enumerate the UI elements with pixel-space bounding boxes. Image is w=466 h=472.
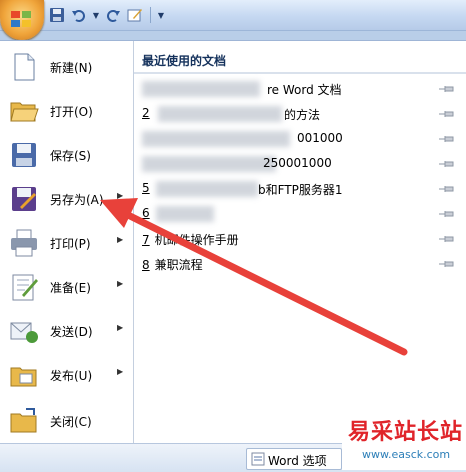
recent-document-name: 兼职流程 bbox=[154, 258, 203, 272]
prepare-icon bbox=[12, 274, 38, 301]
blurred-region bbox=[158, 106, 282, 122]
pin-icon[interactable] bbox=[438, 235, 456, 243]
divider bbox=[134, 72, 466, 74]
menu-item-open[interactable]: 打开(O) bbox=[0, 89, 133, 133]
menu-item-label: 发布(U) bbox=[50, 369, 93, 383]
recent-document-item[interactable]: re Word 文档 bbox=[134, 77, 466, 101]
recent-document-name: 的方法 bbox=[284, 108, 321, 122]
open-folder-icon bbox=[10, 102, 39, 122]
undo-icon[interactable] bbox=[70, 6, 88, 24]
recent-document-name: 001000 bbox=[297, 131, 343, 145]
watermark-url: www.easck.com bbox=[362, 448, 451, 461]
blurred-region bbox=[142, 81, 260, 97]
word-options-icon bbox=[251, 452, 265, 466]
recent-documents-panel: 最近使用的文档 re Word 文档 2 的方法 001000 25000100… bbox=[134, 41, 466, 443]
recent-document-item[interactable]: 8 兼职流程 bbox=[134, 252, 466, 276]
recent-document-item[interactable]: 5 b和FTP服务器1 bbox=[134, 177, 466, 201]
undo-dropdown-icon[interactable]: ▼ bbox=[92, 11, 100, 20]
quick-access-toolbar: ▼ ▼ bbox=[48, 5, 165, 25]
recent-document-item[interactable]: 2 的方法 bbox=[134, 102, 466, 126]
menu-item-label: 另存为(A) bbox=[50, 193, 104, 207]
recent-document-name: 机邮件操作手册 bbox=[154, 233, 239, 247]
toolbar-separator bbox=[150, 7, 151, 23]
pin-icon[interactable] bbox=[438, 85, 456, 93]
save-icon[interactable] bbox=[48, 6, 66, 24]
customize-toolbar-icon[interactable]: ▼ bbox=[157, 11, 165, 20]
save-as-icon bbox=[12, 187, 36, 211]
menu-item-print[interactable]: 打印(P) ▶ bbox=[0, 221, 133, 265]
word-options-button[interactable]: Word 选项 bbox=[246, 448, 342, 470]
pin-icon[interactable] bbox=[438, 135, 456, 143]
recent-document-name: b和FTP服务器1 bbox=[258, 183, 343, 197]
save-disk-icon bbox=[12, 143, 36, 167]
menu-command-list: 新建(N) 打开(O) 保存(S) 另存为(A) ▶ 打印(P) ▶ 准备(E)… bbox=[0, 41, 134, 443]
office-button[interactable] bbox=[0, 0, 44, 40]
blurred-region bbox=[142, 156, 276, 172]
submenu-arrow-icon: ▶ bbox=[117, 279, 124, 288]
recent-document-item[interactable]: 001000 bbox=[134, 127, 466, 151]
recent-document-name: 250001000 bbox=[263, 156, 332, 170]
word-options-label: Word 选项 bbox=[268, 454, 327, 468]
menu-item-label: 打印(P) bbox=[50, 237, 91, 251]
close-folder-icon bbox=[10, 408, 37, 433]
menu-item-save-as[interactable]: 另存为(A) ▶ bbox=[0, 177, 133, 221]
blurred-region bbox=[156, 181, 258, 197]
send-icon bbox=[10, 322, 38, 343]
office-logo-icon bbox=[11, 11, 31, 27]
menu-item-label: 发送(D) bbox=[50, 325, 93, 339]
redo-icon[interactable] bbox=[104, 6, 122, 24]
submenu-arrow-icon: ▶ bbox=[117, 235, 124, 244]
recent-document-number: 5 bbox=[142, 181, 150, 195]
menu-item-new[interactable]: 新建(N) bbox=[0, 45, 133, 89]
pin-icon[interactable] bbox=[438, 110, 456, 118]
recent-document-number: 7 bbox=[142, 233, 150, 247]
pin-icon[interactable] bbox=[438, 210, 456, 218]
recent-document-number: 2 bbox=[142, 106, 150, 120]
blurred-region bbox=[142, 131, 290, 147]
office-menu: 新建(N) 打开(O) 保存(S) 另存为(A) ▶ 打印(P) ▶ 准备(E)… bbox=[0, 40, 466, 472]
menu-item-send[interactable]: 发送(D) ▶ bbox=[0, 309, 133, 353]
submenu-arrow-icon: ▶ bbox=[117, 191, 124, 200]
menu-item-prepare[interactable]: 准备(E) ▶ bbox=[0, 265, 133, 309]
pin-icon[interactable] bbox=[438, 160, 456, 168]
recent-document-name: re Word 文档 bbox=[267, 83, 342, 97]
menu-item-close[interactable]: 关闭(C) bbox=[0, 399, 133, 443]
recent-document-item[interactable]: 250001000 bbox=[134, 152, 466, 176]
pin-icon[interactable] bbox=[438, 185, 456, 193]
submenu-arrow-icon: ▶ bbox=[117, 323, 124, 332]
menu-item-label: 新建(N) bbox=[50, 61, 93, 75]
menu-item-label: 保存(S) bbox=[50, 149, 91, 163]
watermark: 易采站长站 www.easck.com bbox=[342, 410, 466, 470]
new-document-icon bbox=[14, 53, 35, 81]
recent-documents-title: 最近使用的文档 bbox=[142, 54, 227, 68]
blurred-region bbox=[156, 206, 214, 222]
menu-item-save[interactable]: 保存(S) bbox=[0, 133, 133, 177]
menu-item-label: 关闭(C) bbox=[50, 415, 92, 429]
title-bar: ▼ ▼ bbox=[0, 0, 466, 31]
publish-icon bbox=[10, 367, 37, 387]
recent-document-number: 6 bbox=[142, 206, 150, 220]
menu-item-publish[interactable]: 发布(U) ▶ bbox=[0, 353, 133, 397]
edit-icon[interactable] bbox=[126, 6, 144, 24]
watermark-title: 易采站长站 bbox=[348, 419, 464, 445]
recent-document-number: 8 bbox=[142, 258, 150, 272]
submenu-arrow-icon: ▶ bbox=[117, 367, 124, 376]
printer-icon bbox=[11, 229, 37, 257]
recent-document-item[interactable]: 6 bbox=[134, 202, 466, 226]
recent-document-item[interactable]: 7 机邮件操作手册 bbox=[134, 227, 466, 251]
pin-icon[interactable] bbox=[438, 260, 456, 268]
menu-item-label: 打开(O) bbox=[50, 105, 93, 119]
menu-item-label: 准备(E) bbox=[50, 281, 91, 295]
